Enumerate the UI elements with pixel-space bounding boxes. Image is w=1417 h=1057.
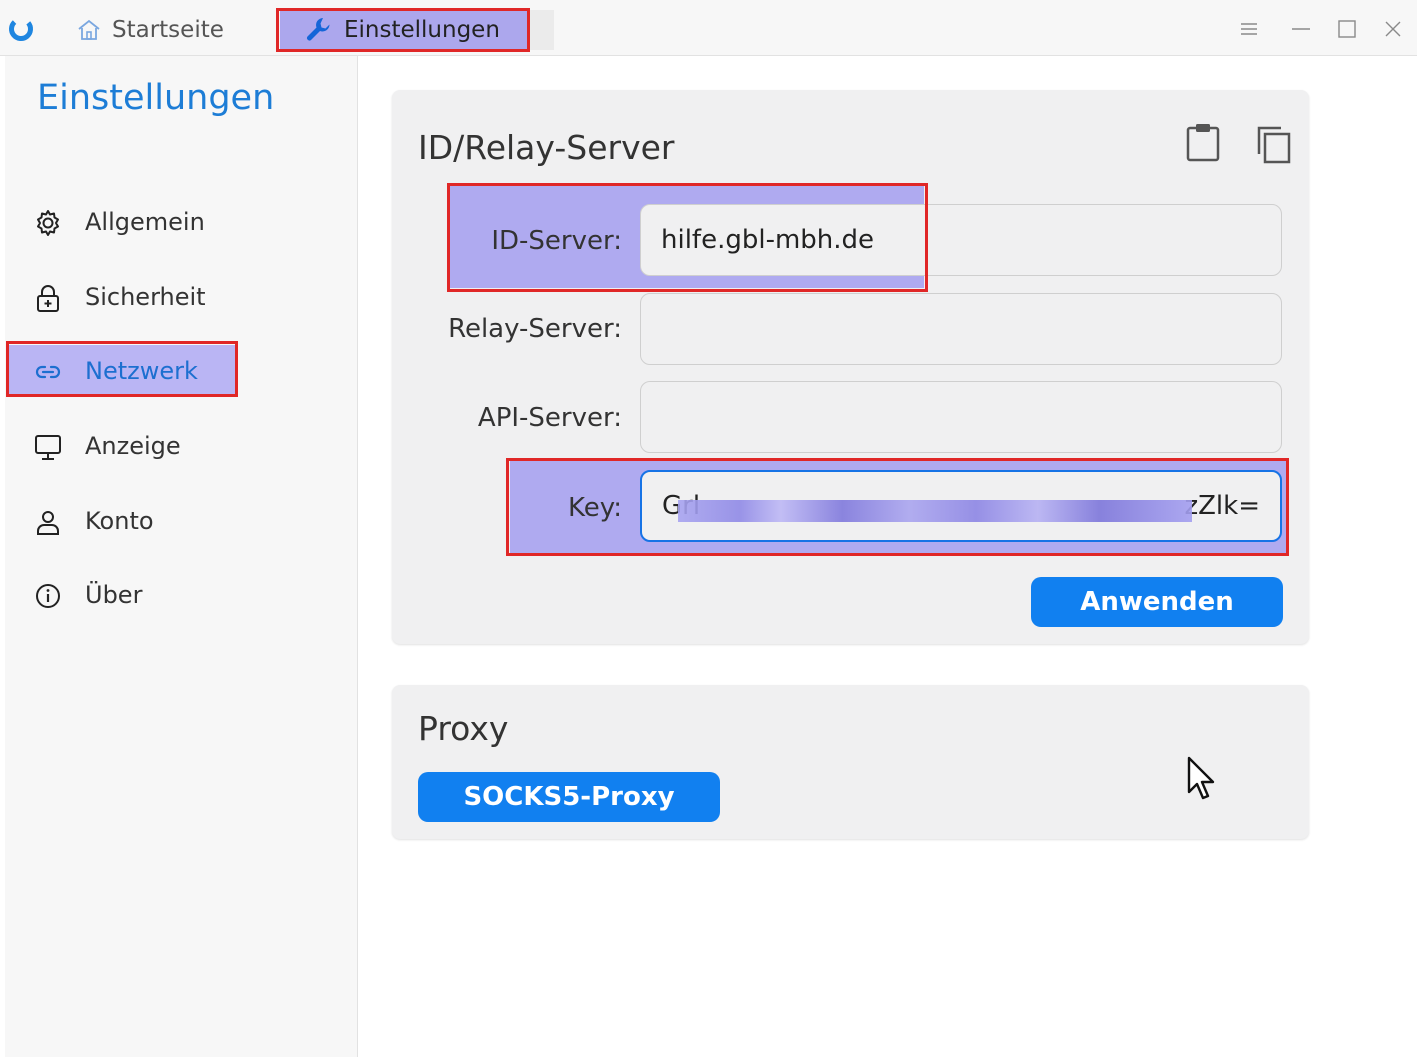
lock-icon — [37, 285, 59, 312]
wrench-icon — [307, 18, 330, 41]
relay-server-input[interactable] — [640, 293, 1282, 365]
proxy-card: Proxy SOCKS5-Proxy — [392, 685, 1309, 839]
sidebar-item-label: Konto — [85, 507, 154, 535]
title-bar: Startseite Einstellungen — [0, 0, 1417, 56]
sidebar-item-label: Sicherheit — [85, 283, 206, 311]
menu-icon[interactable] — [1236, 16, 1262, 42]
tab-settings[interactable]: Einstellungen — [280, 10, 554, 50]
gear-icon — [37, 210, 59, 236]
relay-server-title: ID/Relay-Server — [418, 128, 675, 167]
key-value-end: zZlk= — [1184, 491, 1260, 521]
app-logo-icon — [9, 17, 33, 41]
key-redaction-blur — [678, 500, 1192, 522]
api-server-input[interactable] — [640, 381, 1282, 453]
relay-server-label: Relay-Server: — [448, 314, 622, 344]
sidebar-item-label: Über — [85, 581, 143, 609]
id-server-value: hilfe.gbl-mbh.de — [661, 225, 875, 255]
id-server-label: ID-Server: — [491, 226, 622, 256]
sidebar-item-label: Allgemein — [85, 208, 205, 236]
info-icon — [36, 584, 60, 608]
sidebar-item-label: Anzeige — [85, 432, 181, 460]
apply-button[interactable]: Anwenden — [1031, 577, 1283, 627]
sidebar-item-netzwerk[interactable]: Netzwerk — [8, 345, 238, 397]
link-icon — [35, 365, 61, 379]
clipboard-paste-icon[interactable] — [1185, 122, 1221, 162]
key-label: Key: — [567, 493, 622, 523]
close-icon[interactable] — [1380, 16, 1406, 42]
monitor-icon — [35, 435, 61, 460]
tab-settings-label: Einstellungen — [344, 17, 500, 43]
sidebar-title: Einstellungen — [37, 78, 275, 118]
tab-home[interactable]: Startseite — [76, 10, 224, 50]
key-input[interactable]: Grl zZlk= — [640, 470, 1282, 542]
sidebar: Einstellungen Allgemein Sicherheit Netzw… — [5, 56, 358, 1057]
api-server-label: API-Server: — [477, 403, 622, 433]
mouse-cursor-icon — [1187, 756, 1215, 800]
socks5-proxy-button[interactable]: SOCKS5-Proxy — [418, 772, 720, 822]
maximize-icon[interactable] — [1334, 16, 1360, 42]
tab-home-label: Startseite — [112, 17, 224, 43]
home-icon — [78, 19, 100, 40]
minimize-icon[interactable] — [1288, 16, 1314, 42]
copy-icon[interactable] — [1255, 124, 1291, 164]
id-server-input[interactable]: hilfe.gbl-mbh.de — [640, 204, 1282, 276]
proxy-title: Proxy — [418, 709, 509, 748]
sidebar-item-label: Netzwerk — [85, 357, 198, 385]
relay-server-card: ID/Relay-Server ID-Server: hilfe.gbl-mbh… — [392, 90, 1309, 644]
user-icon — [37, 511, 59, 535]
